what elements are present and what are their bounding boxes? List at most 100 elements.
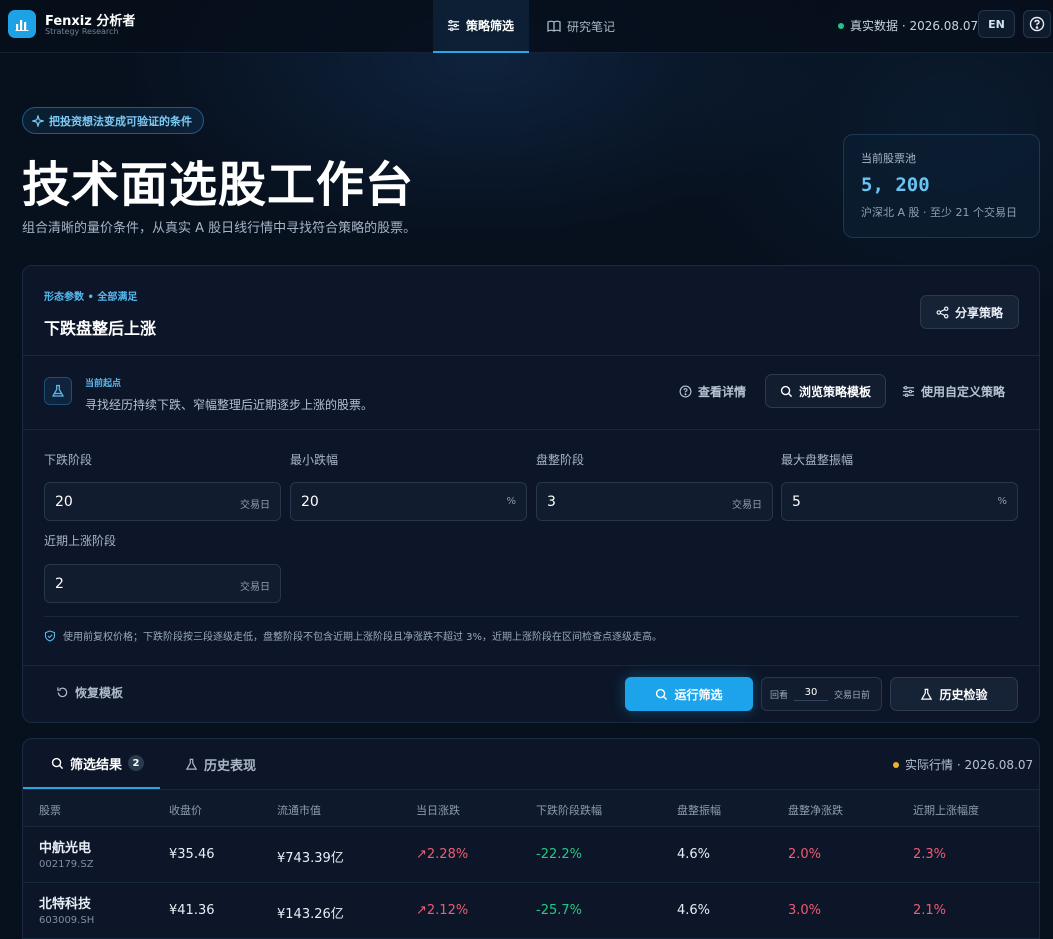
run-screen-button[interactable]: 运行筛选 <box>625 677 753 711</box>
custom-strategy-label: 使用自定义策略 <box>921 385 1006 399</box>
custom-strategy-button[interactable]: 使用自定义策略 <box>902 383 1005 400</box>
daily-change-value: 2.28% <box>426 847 469 862</box>
brand-subtitle: Strategy Research <box>45 27 119 36</box>
divider <box>44 616 1019 617</box>
sliders-icon <box>447 19 460 32</box>
divider <box>23 665 1039 666</box>
tab-history-performance[interactable]: 历史表现 <box>160 739 272 789</box>
shield-check-icon <box>44 629 56 642</box>
flask-icon <box>921 688 933 700</box>
lookback-unit: 交易日前 <box>834 690 871 701</box>
reset-template-button[interactable]: 恢复模板 <box>56 684 123 701</box>
column-header: 股票 <box>39 804 61 817</box>
flask-icon <box>44 377 72 405</box>
field-value: 2 <box>55 576 64 592</box>
market-status: 实际行情 · 2026.08.07 <box>893 756 1033 773</box>
data-status: 真实数据 · 2026.08.07 <box>838 17 978 34</box>
recent-rise: 2.3% <box>913 847 947 862</box>
tab-research-notes[interactable]: 研究笔记 <box>533 0 629 53</box>
stock-pool-value: 5, 200 <box>861 174 930 196</box>
results-panel: 筛选结果 2 历史表现 实际行情 · 2026.08.07 股票 收盘价 流通市… <box>22 738 1040 939</box>
decline-drop: -25.7% <box>536 903 582 918</box>
recent-rise-input[interactable]: 2 交易日 <box>44 564 281 603</box>
field-label-min-drop: 最小跌幅 <box>290 453 339 467</box>
search-icon <box>780 385 793 397</box>
strategy-note: 使用前复权价格；下跌阶段按三段逐级走低，盘整阶段不包含近期上涨阶段且净涨跌不超过… <box>44 628 662 643</box>
field-unit: 交易日 <box>732 500 762 511</box>
search-icon <box>656 688 668 700</box>
share-label: 分享策略 <box>954 305 1003 320</box>
current-start-label: 当前起点 <box>85 379 122 389</box>
table-header: 股票 收盘价 流通市值 当日涨跌 下跌阶段跌幅 盘整振幅 盘整净涨跌 近期上涨幅… <box>23 789 1039 827</box>
column-header: 收盘价 <box>169 804 202 817</box>
column-header: 盘整净涨跌 <box>788 804 843 817</box>
stock-name: 中航光电 <box>39 841 92 856</box>
close-price: ¥35.46 <box>169 847 215 862</box>
divider <box>23 355 1039 356</box>
strategy-title: 下跌盘整后上涨 <box>44 319 157 338</box>
field-value: 20 <box>55 494 73 510</box>
book-icon <box>547 20 561 33</box>
logo-chart-icon[interactable] <box>8 10 36 38</box>
current-start-description: 寻找经历持续下跌、窄幅整理后近期逐步上涨的股票。 <box>85 398 374 412</box>
view-details-button[interactable]: 查看详情 <box>679 383 746 400</box>
status-dot-icon <box>893 761 899 768</box>
stock-pool-card: 当前股票池 5, 200 沪深北 A 股 · 至少 21 个交易日 <box>843 134 1040 238</box>
table-row[interactable]: 北特科技 603009.SH ¥41.36 ¥143.26亿 ↗2.12% -2… <box>23 883 1039 939</box>
field-unit: 交易日 <box>240 582 270 593</box>
min-drop-input[interactable]: 20 % <box>290 482 527 521</box>
lookback-input[interactable]: 30 <box>794 687 829 701</box>
column-header: 下跌阶段跌幅 <box>536 804 602 817</box>
tab-screen-results[interactable]: 筛选结果 2 <box>23 739 161 789</box>
max-amplitude-input[interactable]: 5 % <box>781 482 1018 521</box>
share-strategy-button[interactable]: 分享策略 <box>920 295 1019 329</box>
table-row[interactable]: 中航光电 002179.SZ ¥35.46 ¥743.39亿 ↗2.28% -2… <box>23 827 1039 883</box>
tab-strategy-screen[interactable]: 策略筛选 <box>433 0 529 53</box>
decline-period-input[interactable]: 20 交易日 <box>44 482 281 521</box>
market-cap: ¥143.26亿 <box>277 907 344 922</box>
field-unit: % <box>506 496 516 507</box>
strategy-panel: 形态参数 • 全部满足 下跌盘整后上涨 分享策略 当前起点 寻找经历持续下跌、窄… <box>22 265 1040 723</box>
sparkle-icon <box>32 114 44 127</box>
strategy-tag: 形态参数 • 全部满足 <box>44 292 138 303</box>
field-label-max-amplitude: 最大盘整振幅 <box>781 453 854 467</box>
page-description: 组合清晰的量价条件，从真实 A 股日线行情中寻找符合策略的股票。 <box>22 221 417 236</box>
run-screen-label: 运行筛选 <box>674 687 723 702</box>
language-toggle-button[interactable]: EN <box>978 10 1015 38</box>
consolidation-period-input[interactable]: 3 交易日 <box>536 482 773 521</box>
column-header: 近期上涨幅度 <box>913 804 979 817</box>
tab-label: 筛选结果 <box>70 757 123 773</box>
consolidation-net: 3.0% <box>788 903 822 918</box>
column-header: 当日涨跌 <box>416 804 460 817</box>
result-count-badge: 2 <box>128 755 145 771</box>
market-cap: ¥743.39亿 <box>277 851 344 866</box>
question-circle-icon <box>679 385 692 398</box>
help-button[interactable] <box>1023 10 1051 38</box>
browse-templates-label: 浏览策略模板 <box>798 384 871 399</box>
lookback-control: 回看 30 交易日前 <box>761 677 882 711</box>
daily-change: ↗2.28% <box>416 847 468 862</box>
stock-pool-subtitle: 沪深北 A 股 · 至少 21 个交易日 <box>861 206 1017 219</box>
field-label-decline-period: 下跌阶段 <box>44 453 93 467</box>
field-value: 20 <box>301 494 319 510</box>
browse-templates-button[interactable]: 浏览策略模板 <box>765 374 886 408</box>
data-status-text: 真实数据 · 2026.08.07 <box>850 19 979 33</box>
help-icon <box>1029 16 1045 32</box>
view-details-label: 查看详情 <box>698 385 747 399</box>
field-label-recent-rise: 近期上涨阶段 <box>44 534 117 548</box>
stock-pool-label: 当前股票池 <box>861 152 916 165</box>
hero-pill: 把投资想法变成可验证的条件 <box>22 107 204 134</box>
stock-code: 002179.SZ <box>39 859 94 870</box>
page-title: 技术面选股工作台 <box>22 157 415 213</box>
top-navbar: Fenxiz 分析者 Strategy Research 策略筛选 研究笔记 真… <box>0 0 1053 53</box>
stock-code: 603009.SH <box>39 915 95 926</box>
consolidation-net: 2.0% <box>788 847 822 862</box>
flask-icon <box>185 758 198 770</box>
consolidation-amplitude: 4.6% <box>677 903 711 918</box>
recent-rise: 2.1% <box>913 903 947 918</box>
search-icon <box>51 757 64 769</box>
field-unit: 交易日 <box>240 500 270 511</box>
column-header: 盘整振幅 <box>677 804 721 817</box>
history-test-button[interactable]: 历史检验 <box>890 677 1018 711</box>
field-label-consolidation-period: 盘整阶段 <box>536 453 585 467</box>
